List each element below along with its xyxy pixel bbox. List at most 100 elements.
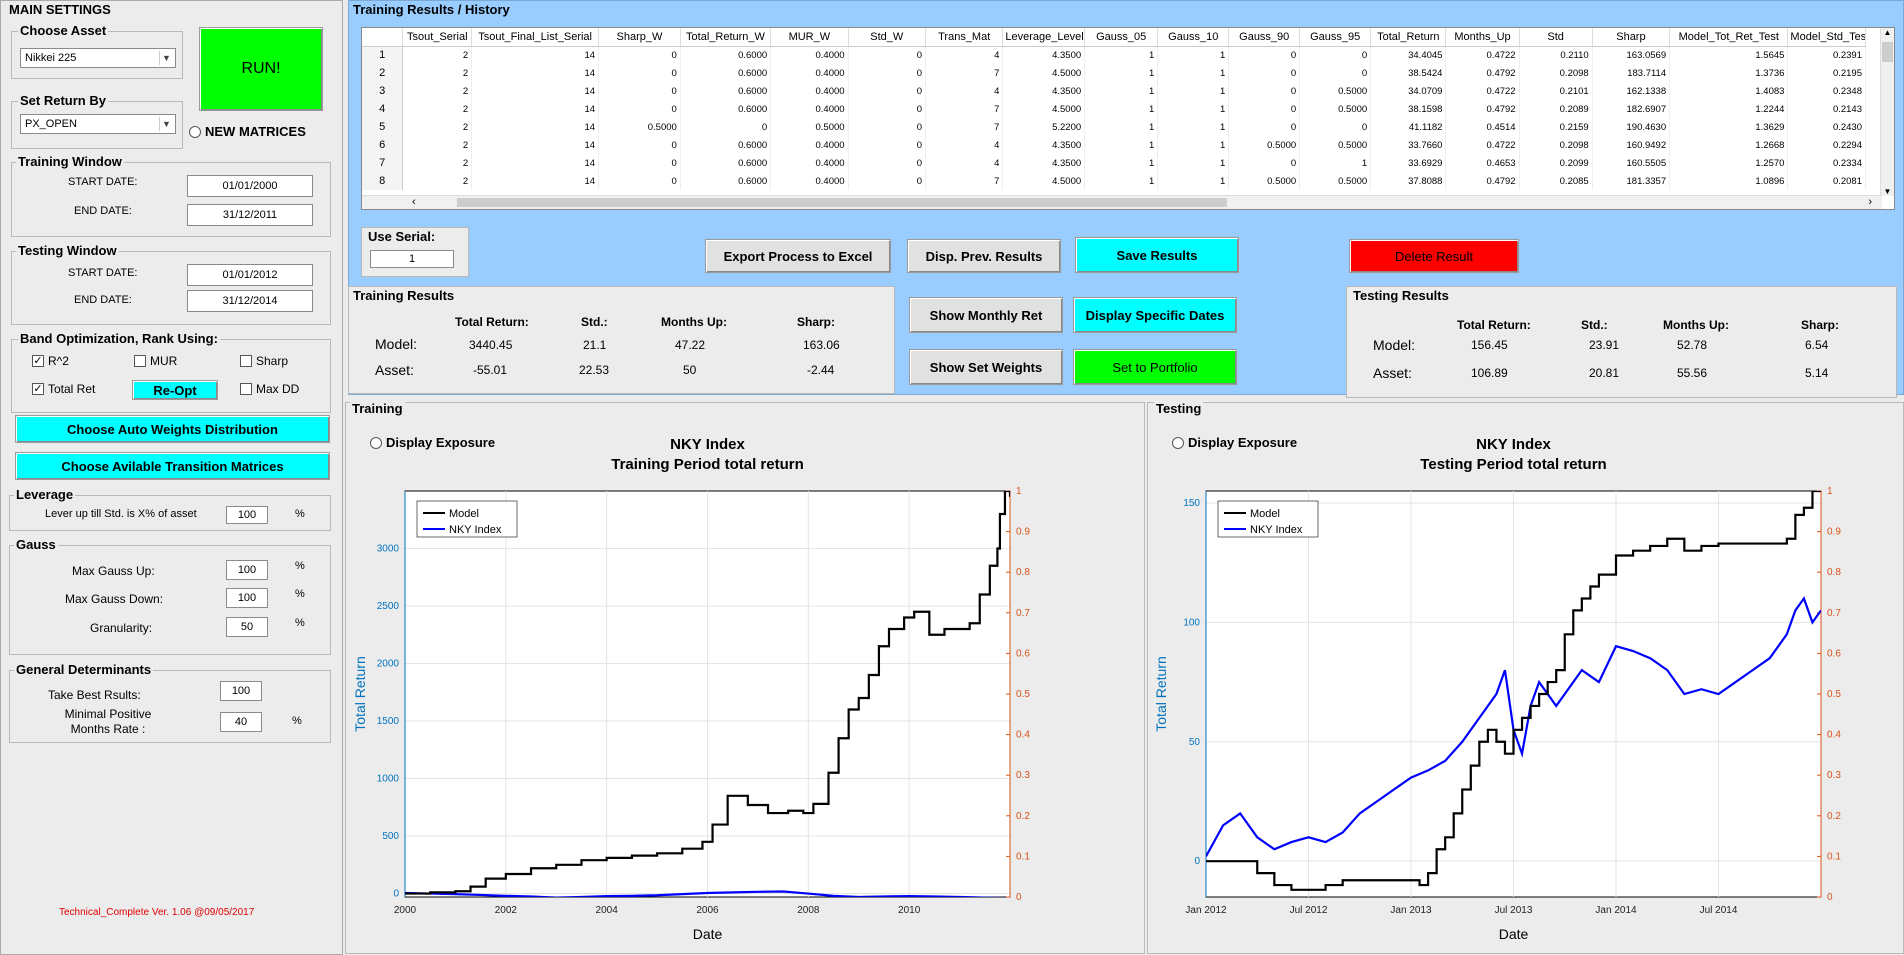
- table-cell[interactable]: 1.2570: [1669, 154, 1789, 172]
- table-cell[interactable]: 1.4083: [1669, 82, 1789, 100]
- new-matrices-radio[interactable]: NEW MATRICES: [189, 124, 306, 139]
- table-cell[interactable]: 38.1598: [1370, 100, 1447, 118]
- table-cell[interactable]: 4: [925, 46, 1004, 64]
- table-cell[interactable]: 0.4000: [770, 100, 849, 118]
- table-cell[interactable]: 14: [471, 100, 600, 118]
- table-row[interactable]: 8 2 14 0 0.6000 0.4000 0 7 4.5000 1 1 0.5000 0.5000 3…: [362, 172, 1866, 190]
- table-cell[interactable]: 14: [471, 172, 600, 190]
- table-row-header[interactable]: 7: [362, 154, 404, 172]
- monthly-ret-button[interactable]: Show Monthly Ret: [909, 297, 1063, 333]
- table-cell[interactable]: 0: [598, 100, 681, 118]
- table-cell[interactable]: 0.5000: [1299, 100, 1372, 118]
- table-row[interactable]: 7 2 14 0 0.6000 0.4000 0 4 4.3500 1 1 0 1 33.6929 0.46…: [362, 154, 1866, 172]
- table-column-header[interactable]: Leverage_Level: [1002, 28, 1086, 47]
- table-cell[interactable]: 1: [1084, 100, 1159, 118]
- table-cell[interactable]: 7: [925, 118, 1004, 136]
- specific-dates-button[interactable]: Display Specific Dates: [1073, 297, 1237, 333]
- table-cell[interactable]: 1: [1084, 118, 1159, 136]
- table-cell[interactable]: 14: [471, 154, 600, 172]
- table-cell[interactable]: 2: [402, 154, 473, 172]
- table-row-header[interactable]: 3: [362, 82, 404, 100]
- table-cell[interactable]: 2: [402, 46, 473, 64]
- table-cell[interactable]: 1: [1084, 82, 1159, 100]
- transition-matrices-button[interactable]: Choose Avilable Transition Matrices: [15, 452, 330, 480]
- table-column-header[interactable]: Std: [1519, 28, 1593, 47]
- table-cell[interactable]: 0.2348: [1787, 82, 1866, 100]
- table-column-header[interactable]: Std_W: [848, 28, 926, 47]
- set-portfolio-button[interactable]: Set to Portfolio: [1073, 349, 1237, 385]
- table-cell[interactable]: 0: [598, 172, 681, 190]
- min-months-input[interactable]: 40: [220, 712, 262, 732]
- table-cell[interactable]: 0.5000: [1299, 172, 1372, 190]
- table-cell[interactable]: 0: [1228, 82, 1301, 100]
- table-row[interactable]: 2 2 14 0 0.6000 0.4000 0 7 4.5000 1 1 0 0 38.5424 0.47…: [362, 64, 1866, 82]
- table-cell[interactable]: 1.3629: [1669, 118, 1789, 136]
- test-end-input[interactable]: 31/12/2014: [187, 290, 313, 312]
- table-cell[interactable]: 0.2089: [1519, 100, 1593, 118]
- table-cell[interactable]: 0.2110: [1519, 46, 1593, 64]
- table-cell[interactable]: 0.4792: [1445, 172, 1520, 190]
- table-cell[interactable]: 14: [471, 136, 600, 154]
- table-cell[interactable]: 38.5424: [1370, 64, 1447, 82]
- table-cell[interactable]: 14: [471, 64, 600, 82]
- table-cell[interactable]: 2: [402, 82, 473, 100]
- table-cell[interactable]: 0: [1228, 118, 1301, 136]
- table-cell[interactable]: 4.5000: [1002, 172, 1086, 190]
- table-cell[interactable]: 1: [1157, 100, 1230, 118]
- table-cell[interactable]: 0: [1228, 46, 1301, 64]
- table-cell[interactable]: 0: [848, 172, 926, 190]
- table-cell[interactable]: 1: [1084, 154, 1159, 172]
- table-cell[interactable]: 2: [402, 64, 473, 82]
- table-cell[interactable]: 1.5645: [1669, 46, 1789, 64]
- table-cell[interactable]: 1: [1157, 136, 1230, 154]
- table-cell[interactable]: 0: [598, 46, 681, 64]
- table-cell[interactable]: 4: [925, 82, 1004, 100]
- table-cell[interactable]: 34.4045: [1370, 46, 1447, 64]
- table-cell[interactable]: 14: [471, 82, 600, 100]
- table-row[interactable]: 3 2 14 0 0.6000 0.4000 0 4 4.3500 1 1 0 0.5000 34.070…: [362, 82, 1866, 100]
- table-cell[interactable]: 1: [1157, 46, 1230, 64]
- table-cell[interactable]: 0.6000: [680, 172, 772, 190]
- table-row-header[interactable]: 6: [362, 136, 404, 154]
- train-end-input[interactable]: 31/12/2011: [187, 204, 313, 226]
- table-cell[interactable]: 1.0896: [1669, 172, 1789, 190]
- table-cell[interactable]: 0.2143: [1787, 100, 1866, 118]
- train-start-input[interactable]: 01/01/2000: [187, 175, 313, 197]
- table-cell[interactable]: 0.2101: [1519, 82, 1593, 100]
- table-cell[interactable]: 1: [1084, 136, 1159, 154]
- set-weights-button[interactable]: Show Set Weights: [909, 349, 1063, 385]
- horizontal-scrollbar[interactable]: ‹ ›: [362, 195, 1882, 209]
- table-row-header[interactable]: 2: [362, 64, 404, 82]
- table-cell[interactable]: 0: [1228, 64, 1301, 82]
- table-column-header[interactable]: Sharp: [1592, 28, 1671, 47]
- table-cell[interactable]: 0.6000: [680, 154, 772, 172]
- table-cell[interactable]: 33.6929: [1370, 154, 1447, 172]
- table-cell[interactable]: 0.5000: [1228, 172, 1301, 190]
- table-row[interactable]: 5 2 14 0.5000 0 0.5000 0 7 5.2200 1 1 0 0 41.1182 0.45…: [362, 118, 1866, 136]
- table-cell[interactable]: 1: [1084, 64, 1159, 82]
- table-cell[interactable]: 0.2159: [1519, 118, 1593, 136]
- table-cell[interactable]: 0: [1228, 100, 1301, 118]
- table-row-header[interactable]: 4: [362, 100, 404, 118]
- table-cell[interactable]: 0: [1228, 154, 1301, 172]
- table-cell[interactable]: 0.2098: [1519, 136, 1593, 154]
- table-cell[interactable]: 0.4653: [1445, 154, 1520, 172]
- table-cell[interactable]: 0.6000: [680, 46, 772, 64]
- table-cell[interactable]: 0.5000: [598, 118, 681, 136]
- table-cell[interactable]: 0.4792: [1445, 100, 1520, 118]
- disp-prev-results-button[interactable]: Disp. Prev. Results: [907, 239, 1061, 273]
- table-cell[interactable]: 0.4514: [1445, 118, 1520, 136]
- table-cell[interactable]: 181.3357: [1592, 172, 1671, 190]
- gauss-up-input[interactable]: 100: [226, 560, 268, 580]
- table-cell[interactable]: 0: [598, 64, 681, 82]
- table-column-header[interactable]: Sharp_W: [598, 28, 681, 47]
- granularity-input[interactable]: 50: [226, 617, 268, 637]
- table-row-header[interactable]: 5: [362, 118, 404, 136]
- table-cell[interactable]: 4.5000: [1002, 100, 1086, 118]
- table-cell[interactable]: 160.9492: [1592, 136, 1671, 154]
- table-cell[interactable]: 37.8088: [1370, 172, 1447, 190]
- table-row-header[interactable]: 8: [362, 172, 404, 190]
- history-table-container[interactable]: Tsout_Serial Tsout_Final_List_Serial Sharp…: [361, 27, 1895, 210]
- table-cell[interactable]: 2: [402, 118, 473, 136]
- table-cell[interactable]: 0: [598, 154, 681, 172]
